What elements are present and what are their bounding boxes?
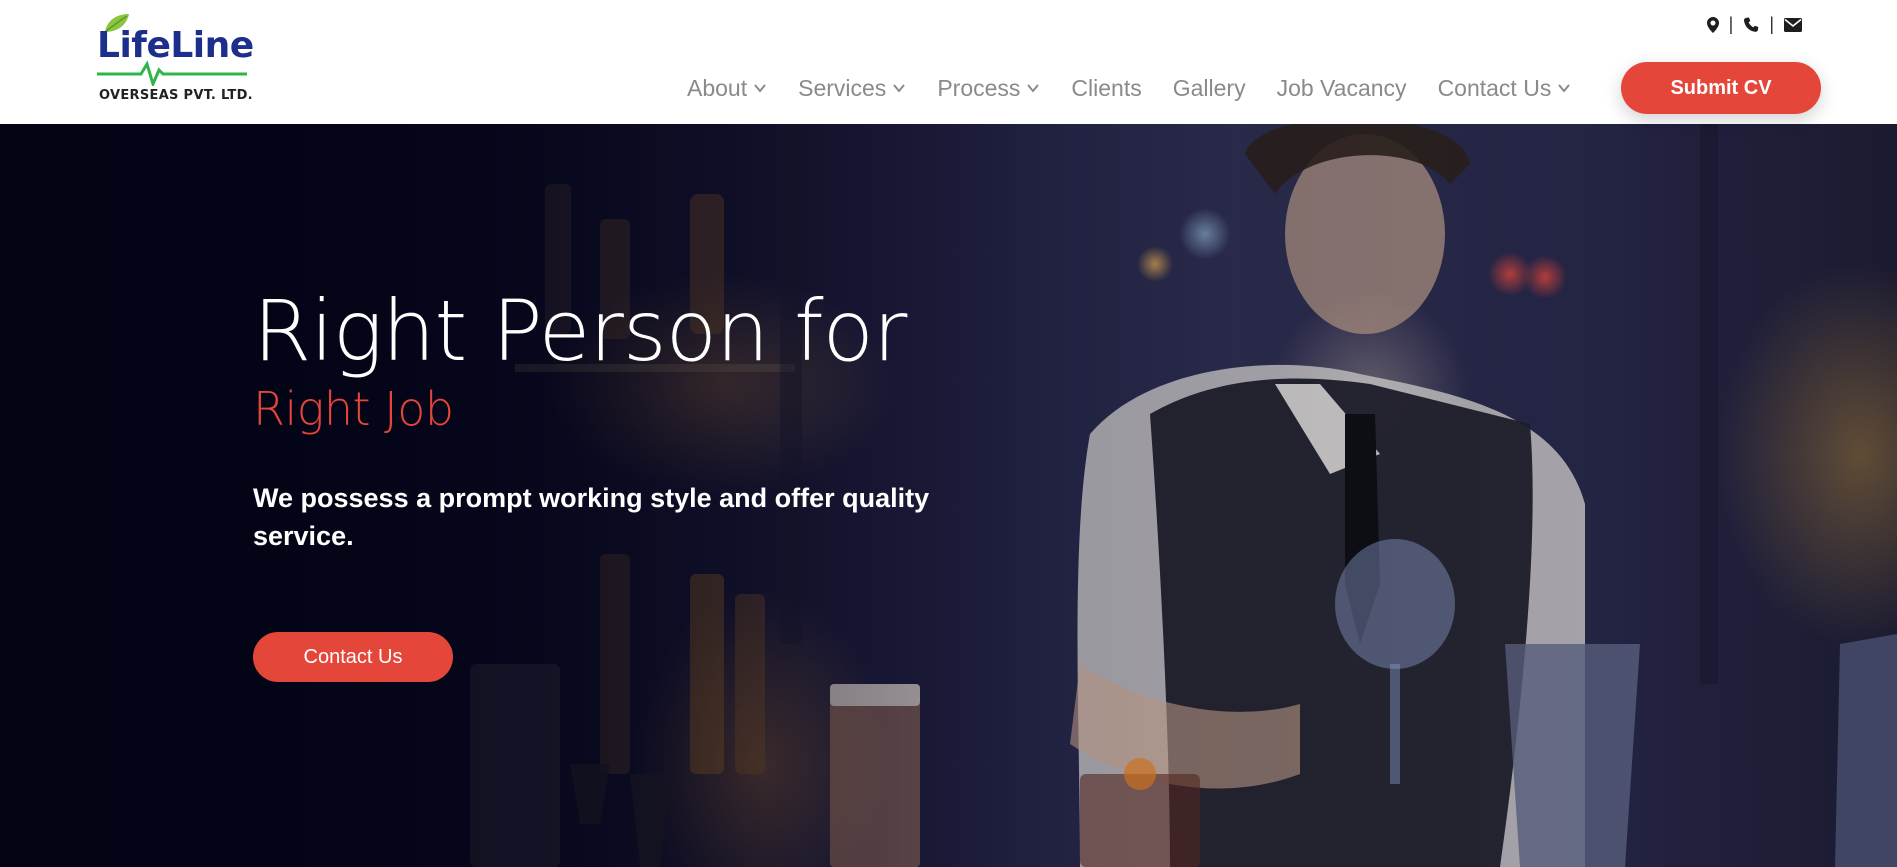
heartbeat-icon [97, 60, 247, 86]
nav-label: Gallery [1172, 74, 1246, 101]
contact-icons-bar: | | [1706, 14, 1802, 35]
nav-item-job-vacancy[interactable]: Job Vacancy [1277, 75, 1407, 102]
nav-label: Job Vacancy [1276, 74, 1407, 101]
phone-icon[interactable] [1743, 17, 1759, 33]
hero-subtitle: Right Job [253, 382, 454, 436]
nav-item-about[interactable]: About [687, 75, 767, 102]
main-navigation: About Services Process Clients Gallery J… [687, 70, 1602, 106]
nav-item-services[interactable]: Services [798, 75, 906, 102]
chevron-down-icon [754, 84, 766, 93]
hero-description: We possess a prompt working style and of… [253, 483, 930, 551]
chevron-down-icon [1558, 84, 1571, 93]
nav-label: Clients [1071, 74, 1142, 101]
nav-label: Contact Us [1437, 74, 1552, 101]
envelope-icon[interactable] [1784, 17, 1802, 32]
company-logo[interactable]: LifeLine OVERSEAS PVT. LTD. [97, 12, 257, 107]
separator: | [1769, 14, 1774, 34]
chevron-down-icon [1027, 84, 1040, 93]
site-header: LifeLine OVERSEAS PVT. LTD. | | About Se… [0, 0, 1897, 124]
nav-label: About [687, 74, 748, 101]
logo-wordmark: LifeLine [97, 25, 254, 66]
map-marker-icon[interactable] [1706, 16, 1719, 33]
chevron-down-icon [893, 84, 906, 93]
nav-item-contact-us[interactable]: Contact Us [1438, 75, 1572, 102]
submit-cv-button[interactable]: Submit CV [1621, 62, 1821, 114]
separator: | [1728, 14, 1734, 34]
nav-label: Process [937, 74, 1021, 101]
contact-us-button[interactable]: Contact Us [253, 632, 453, 682]
nav-item-process[interactable]: Process [937, 75, 1040, 102]
nav-label: Services [798, 74, 887, 101]
nav-item-clients[interactable]: Clients [1071, 75, 1141, 102]
hero-title: Right Person for [253, 282, 907, 380]
logo-subtext: OVERSEAS PVT. LTD. [99, 88, 253, 103]
nav-item-gallery[interactable]: Gallery [1173, 75, 1246, 102]
hero-banner: Right Person for Right Job We possess a … [0, 124, 1897, 867]
